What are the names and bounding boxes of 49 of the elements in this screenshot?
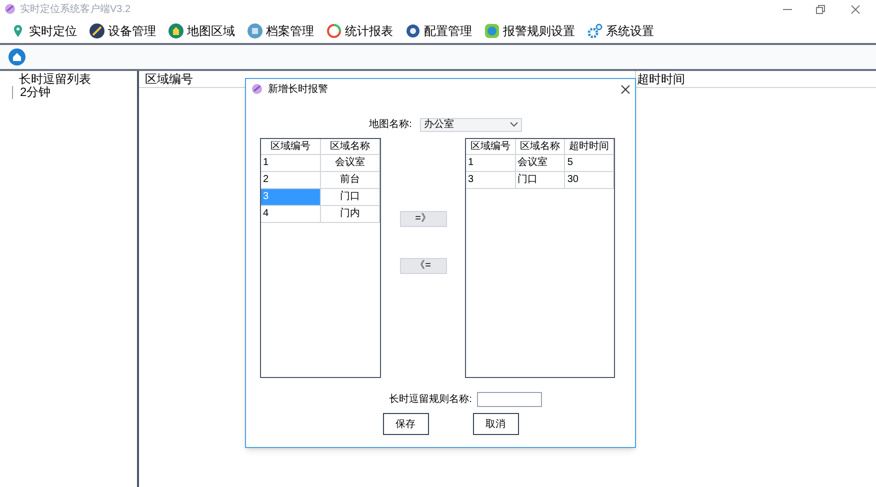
table-cell: 1 [466, 155, 516, 171]
table-cell: 门内 [320, 206, 380, 222]
table-cell: 会议室 [516, 155, 566, 171]
column-header: 区域名称 [320, 139, 380, 154]
column-header: 超时时间 [636, 71, 685, 87]
house-icon [168, 22, 184, 38]
table-cell: 1 [261, 155, 320, 171]
gear-icon [587, 22, 603, 38]
cancel-button[interactable]: 取消 [472, 413, 518, 435]
remove-button[interactable]: 《= [400, 258, 446, 274]
table-cell: 会议室 [320, 155, 380, 171]
tree-item[interactable]: 2分钟 [20, 86, 137, 99]
menu-item[interactable]: 统计报表 [326, 22, 393, 40]
menu-item[interactable]: 系统设置 [587, 22, 654, 40]
menu-item[interactable]: 档案管理 [247, 22, 314, 40]
restore-icon[interactable] [816, 4, 825, 14]
menu-item[interactable]: 报警规则设置 [484, 22, 575, 40]
window-title: 实时定位系统客户端V3.2 [20, 2, 131, 16]
column-header: 区域编号 [261, 139, 320, 154]
caret-icon [510, 122, 518, 127]
map-name-label: 地图名称: [369, 118, 412, 132]
table-cell: 5 [565, 155, 614, 171]
home-icon[interactable] [8, 48, 26, 66]
table-cell: 3 [261, 189, 320, 205]
close-icon[interactable] [621, 84, 630, 94]
table-cell: 前台 [320, 172, 380, 188]
menu-item[interactable]: 地图区域 [168, 22, 235, 40]
menu-item[interactable]: 实时定位 [10, 22, 77, 40]
table-cell: 4 [261, 206, 320, 222]
table-cell: 门口 [516, 172, 566, 188]
rule-name-label: 长时逗留规则名称: [389, 392, 472, 407]
column-header: 区域名称 [516, 139, 566, 154]
ring-chart-icon [326, 22, 342, 38]
menu-item[interactable]: 设备管理 [89, 22, 156, 40]
menu-item[interactable]: 配置管理 [405, 22, 472, 40]
table-cell: 门口 [320, 189, 380, 205]
column-header: 超时时间 [565, 139, 614, 154]
pen-icon [89, 22, 105, 38]
app-icon [4, 3, 16, 15]
column-header: 区域编号 [466, 139, 516, 154]
map-name-dropdown[interactable]: 办公室 [420, 118, 522, 132]
table-cell: 2 [261, 172, 320, 188]
table-cell: 30 [565, 172, 614, 188]
tree-item[interactable]: 长时逗留列表 [19, 73, 137, 86]
add-button[interactable]: =》 [400, 211, 446, 227]
rule-name-field[interactable] [476, 392, 542, 407]
save-button[interactable]: 保存 [382, 413, 428, 435]
app-icon [251, 83, 263, 95]
table-cell: 3 [466, 172, 516, 188]
